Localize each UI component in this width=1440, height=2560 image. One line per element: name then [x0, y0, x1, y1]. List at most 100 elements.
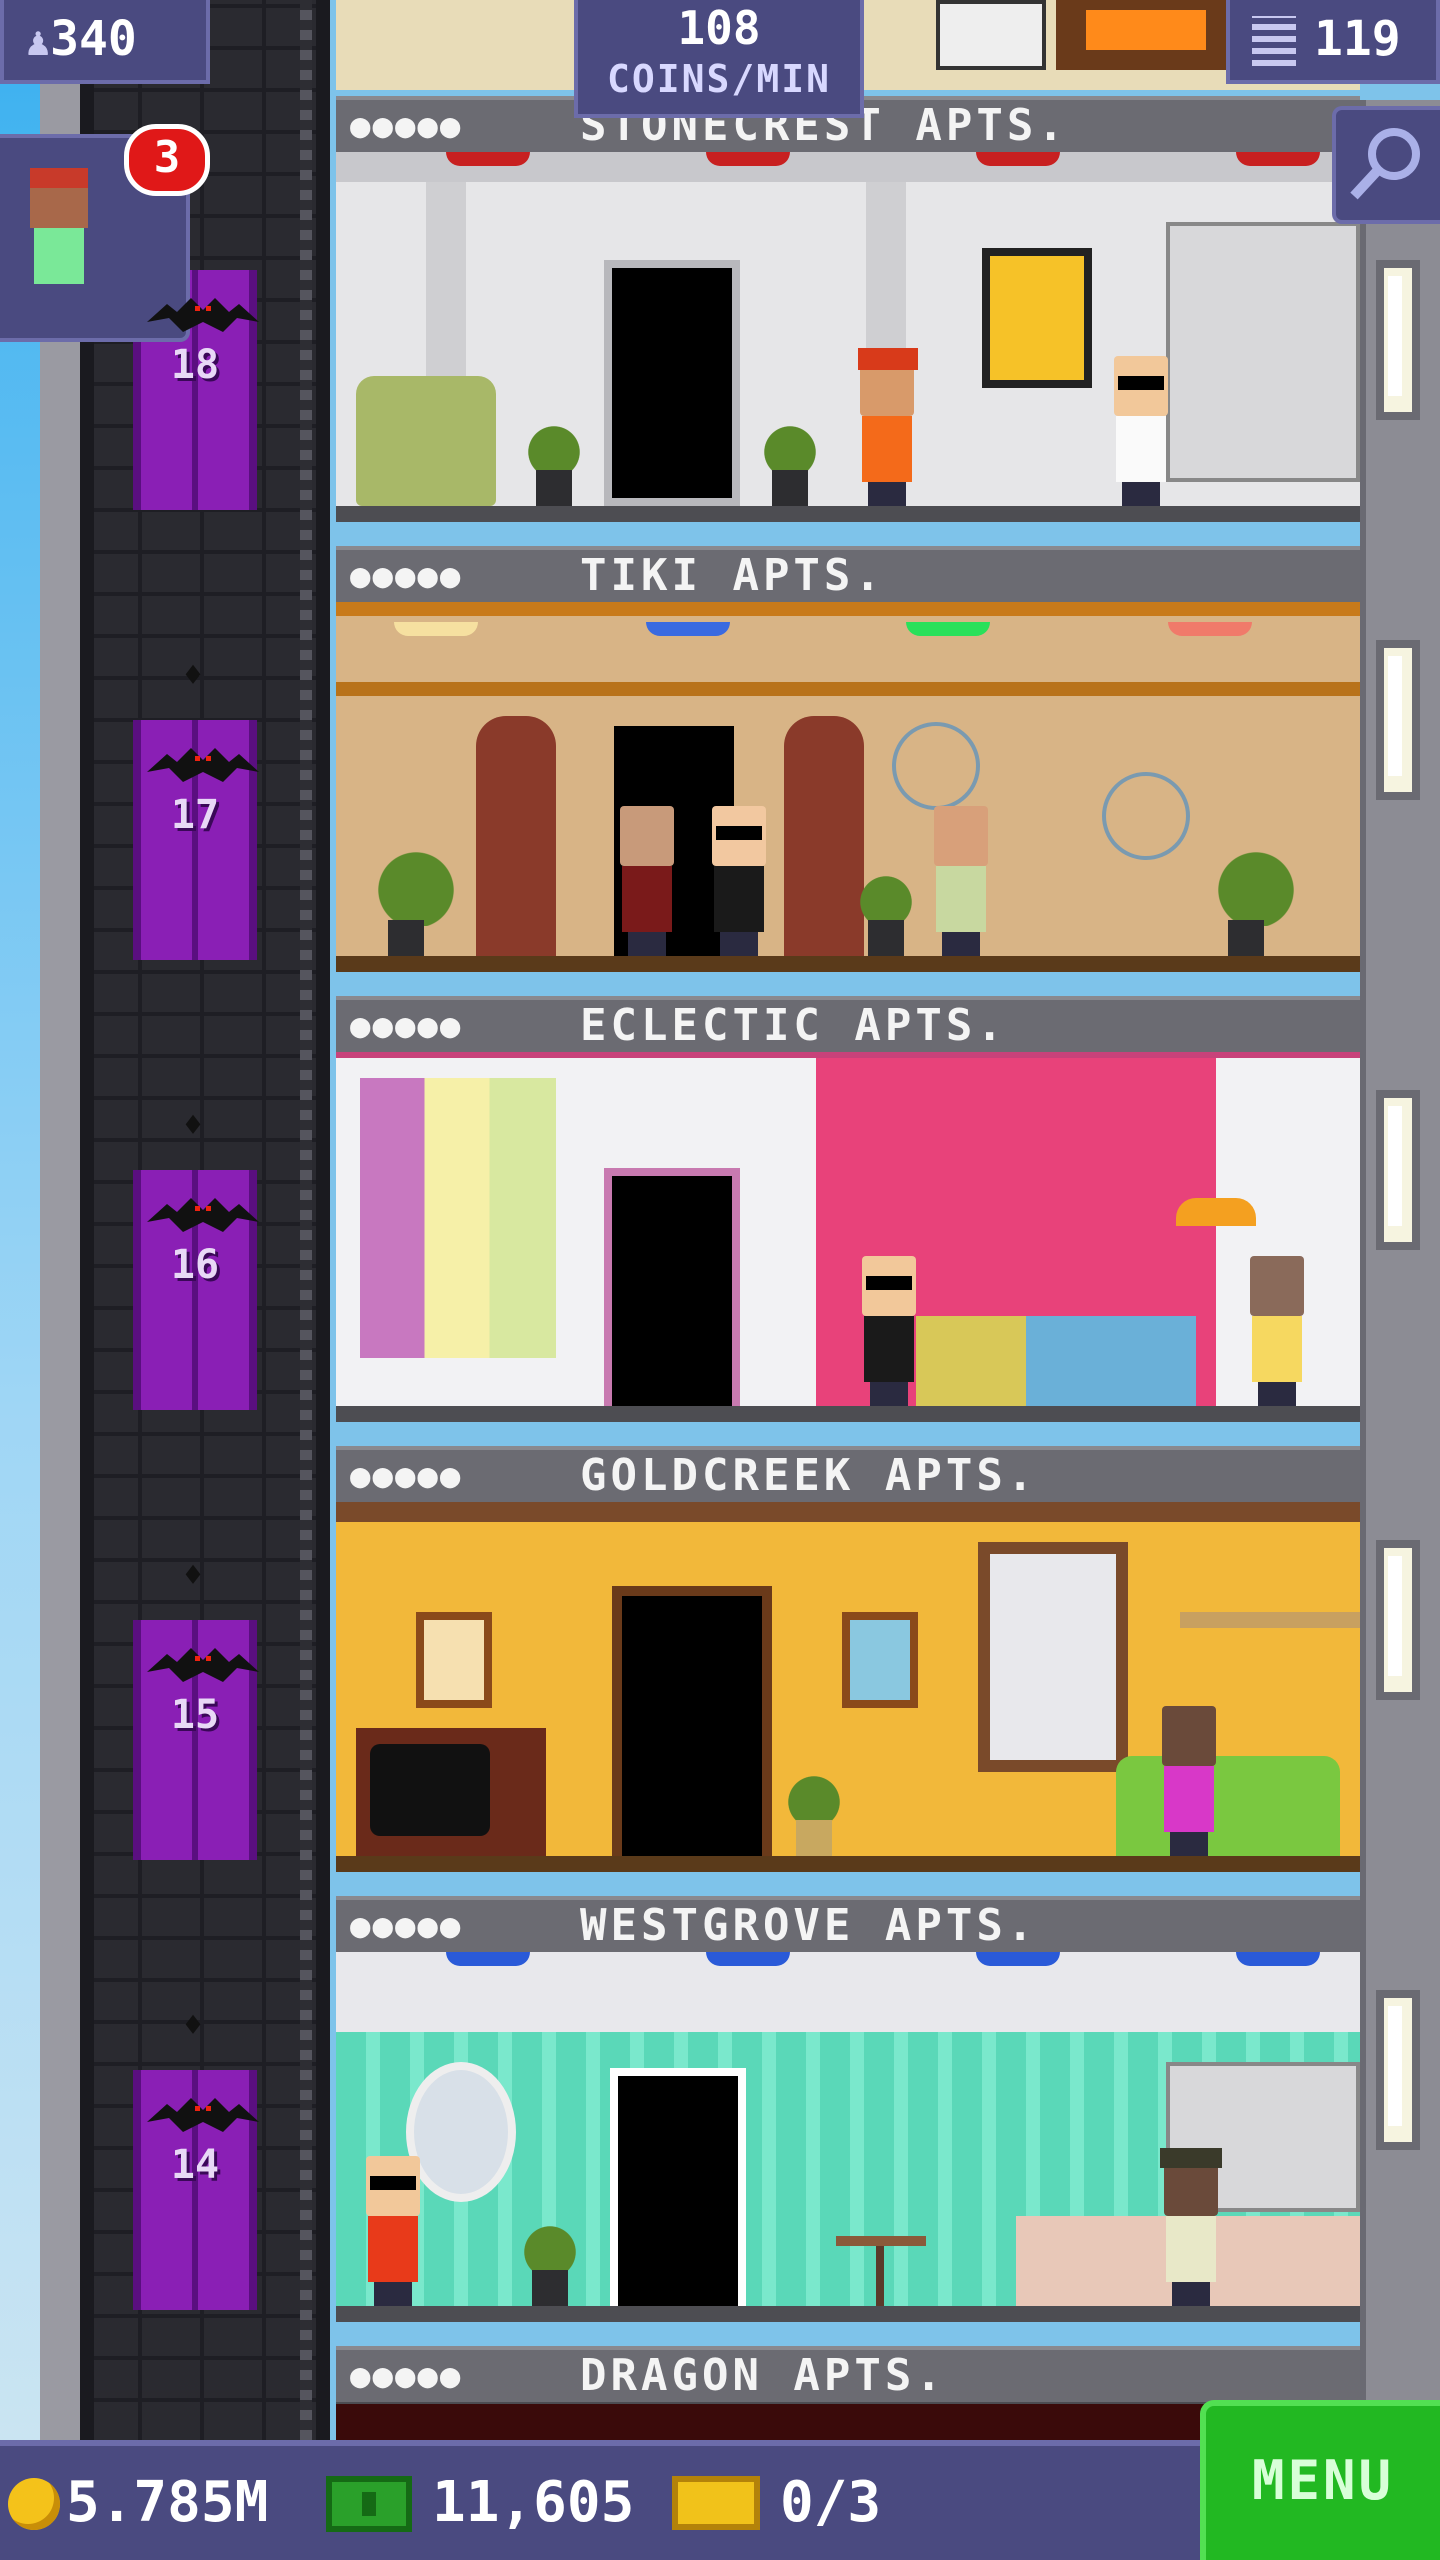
tiki-statue — [476, 716, 556, 956]
bat-icon — [147, 1198, 259, 1232]
elevator-cable — [300, 0, 312, 2440]
floor-label: ●●●●● WESTGROVE APTS. — [336, 1896, 1360, 1958]
resident[interactable] — [1158, 2148, 1224, 2306]
wall-shelf — [1180, 1612, 1360, 1628]
potted-plant — [784, 1746, 844, 1856]
floor-16[interactable]: ●●●●● ECLECTIC APTS. — [336, 996, 1360, 1422]
shaft-rail-right — [316, 0, 330, 2440]
tower-window — [1376, 1990, 1420, 2150]
elevator-door-15[interactable]: 15 — [133, 1620, 259, 1860]
apartment-door — [612, 1586, 772, 1856]
resident[interactable] — [1108, 356, 1174, 506]
tower-window — [1376, 1090, 1420, 1250]
sky-background — [0, 0, 40, 2560]
room-14[interactable] — [336, 1952, 1360, 2322]
coin-icon — [8, 2478, 60, 2530]
floor-counter[interactable]: 119 — [1226, 0, 1440, 84]
elevator-door-14[interactable]: 14 — [133, 2070, 259, 2310]
apartment-door — [604, 260, 740, 506]
elevator-door-17[interactable]: 17 — [133, 720, 259, 960]
floor-18[interactable]: ●●●●● STONECREST APTS. — [336, 96, 1360, 522]
visitor-count-badge: 3 — [124, 124, 210, 196]
abstract-painting — [360, 1078, 556, 1358]
bux-value[interactable]: 11,605 — [432, 2446, 634, 2560]
potted-plant — [760, 396, 820, 506]
armchair — [356, 376, 496, 506]
ticket-icon — [672, 2476, 760, 2530]
floor-number: 16 — [170, 1242, 220, 1288]
potted-plant — [856, 846, 916, 956]
elevator-call-icon: ♦ — [183, 656, 203, 694]
resident[interactable] — [856, 1256, 922, 1406]
resident[interactable] — [1244, 1256, 1310, 1406]
tower-window — [1376, 1540, 1420, 1700]
elevator-door-18[interactable]: 18 — [133, 270, 259, 510]
bird-cage — [1102, 772, 1190, 860]
population-counter[interactable]: ♟340 — [0, 0, 210, 84]
room-16[interactable] — [336, 1052, 1360, 1422]
coin-rate-display: 108 COINS/MIN — [574, 0, 864, 118]
resident[interactable] — [1156, 1706, 1222, 1856]
resident[interactable] — [854, 348, 920, 506]
coins-value: 5.785M — [66, 2470, 269, 2535]
floor-label: ●●●●● TIKI APTS. — [336, 546, 1360, 608]
floor-label: ●●●●● ECLECTIC APTS. — [336, 996, 1360, 1058]
tower-window — [1376, 260, 1420, 420]
elevator-door-16[interactable]: 16 — [133, 1170, 259, 1410]
building-icon — [1252, 16, 1296, 66]
tv-set — [356, 1728, 546, 1856]
bird-cage — [892, 722, 980, 810]
search-button[interactable] — [1332, 106, 1440, 224]
floor-number: 18 — [170, 342, 220, 388]
resident[interactable] — [360, 2156, 426, 2306]
sofa-cushion — [916, 1316, 1026, 1406]
resident[interactable] — [614, 806, 680, 956]
coin-rate-unit: COINS/MIN — [607, 57, 831, 101]
floor-14[interactable]: ●●●●● WESTGROVE APTS. — [336, 1896, 1360, 2322]
room-15[interactable] — [336, 1502, 1360, 1872]
green-sofa — [1116, 1756, 1340, 1856]
visitor-avatar-body — [34, 228, 84, 284]
coin-rate-value: 108 — [677, 1, 761, 55]
person-icon: ♟ — [26, 19, 51, 65]
tickets-value[interactable]: 0/3 — [780, 2446, 881, 2560]
search-icon — [1350, 128, 1420, 200]
floor-number: 15 — [170, 1692, 220, 1738]
apartment-door — [604, 1168, 740, 1406]
bat-icon — [147, 1648, 259, 1682]
menu-button[interactable]: MENU — [1200, 2400, 1440, 2560]
resident[interactable] — [706, 806, 772, 956]
population-value: 340 — [50, 11, 137, 67]
room-18[interactable] — [336, 152, 1360, 522]
palm-plant — [376, 806, 456, 956]
bat-icon — [147, 298, 259, 332]
floor-label: ●●●●● GOLDCREEK APTS. — [336, 1446, 1360, 1508]
palm-plant — [1216, 806, 1296, 956]
shaft-rail-left — [80, 0, 94, 2440]
fireplace — [1056, 0, 1236, 70]
elevator-call-icon: ♦ — [183, 2006, 203, 2044]
resident[interactable] — [928, 806, 994, 956]
potted-plant — [520, 2196, 580, 2306]
bat-icon — [147, 748, 259, 782]
visitor-avatar-head — [30, 168, 88, 228]
tower-window — [1376, 640, 1420, 800]
picture-frame — [842, 1612, 918, 1708]
elevator-call-icon: ♦ — [183, 1556, 203, 1594]
floor-17[interactable]: ●●●●● TIKI APTS. — [336, 546, 1360, 972]
stove — [936, 0, 1046, 70]
floor-count-value: 119 — [1314, 11, 1401, 67]
bat-icon — [147, 2098, 259, 2132]
cafe-table — [826, 2216, 936, 2306]
room-17[interactable] — [336, 602, 1360, 972]
bux-icon — [326, 2476, 412, 2532]
potted-plant — [524, 396, 584, 506]
floor-13-label[interactable]: ●●●●● DRAGON APTS. — [336, 2346, 1360, 2408]
window-blinds — [978, 1542, 1128, 1772]
tiki-statue — [784, 716, 864, 956]
floor-lamp — [1176, 1198, 1256, 1226]
floor-15[interactable]: ●●●●● GOLDCREEK APTS. — [336, 1446, 1360, 1872]
wall-painting — [982, 248, 1092, 388]
floor-number: 14 — [170, 2142, 220, 2188]
elevator-call-icon: ♦ — [183, 1106, 203, 1144]
